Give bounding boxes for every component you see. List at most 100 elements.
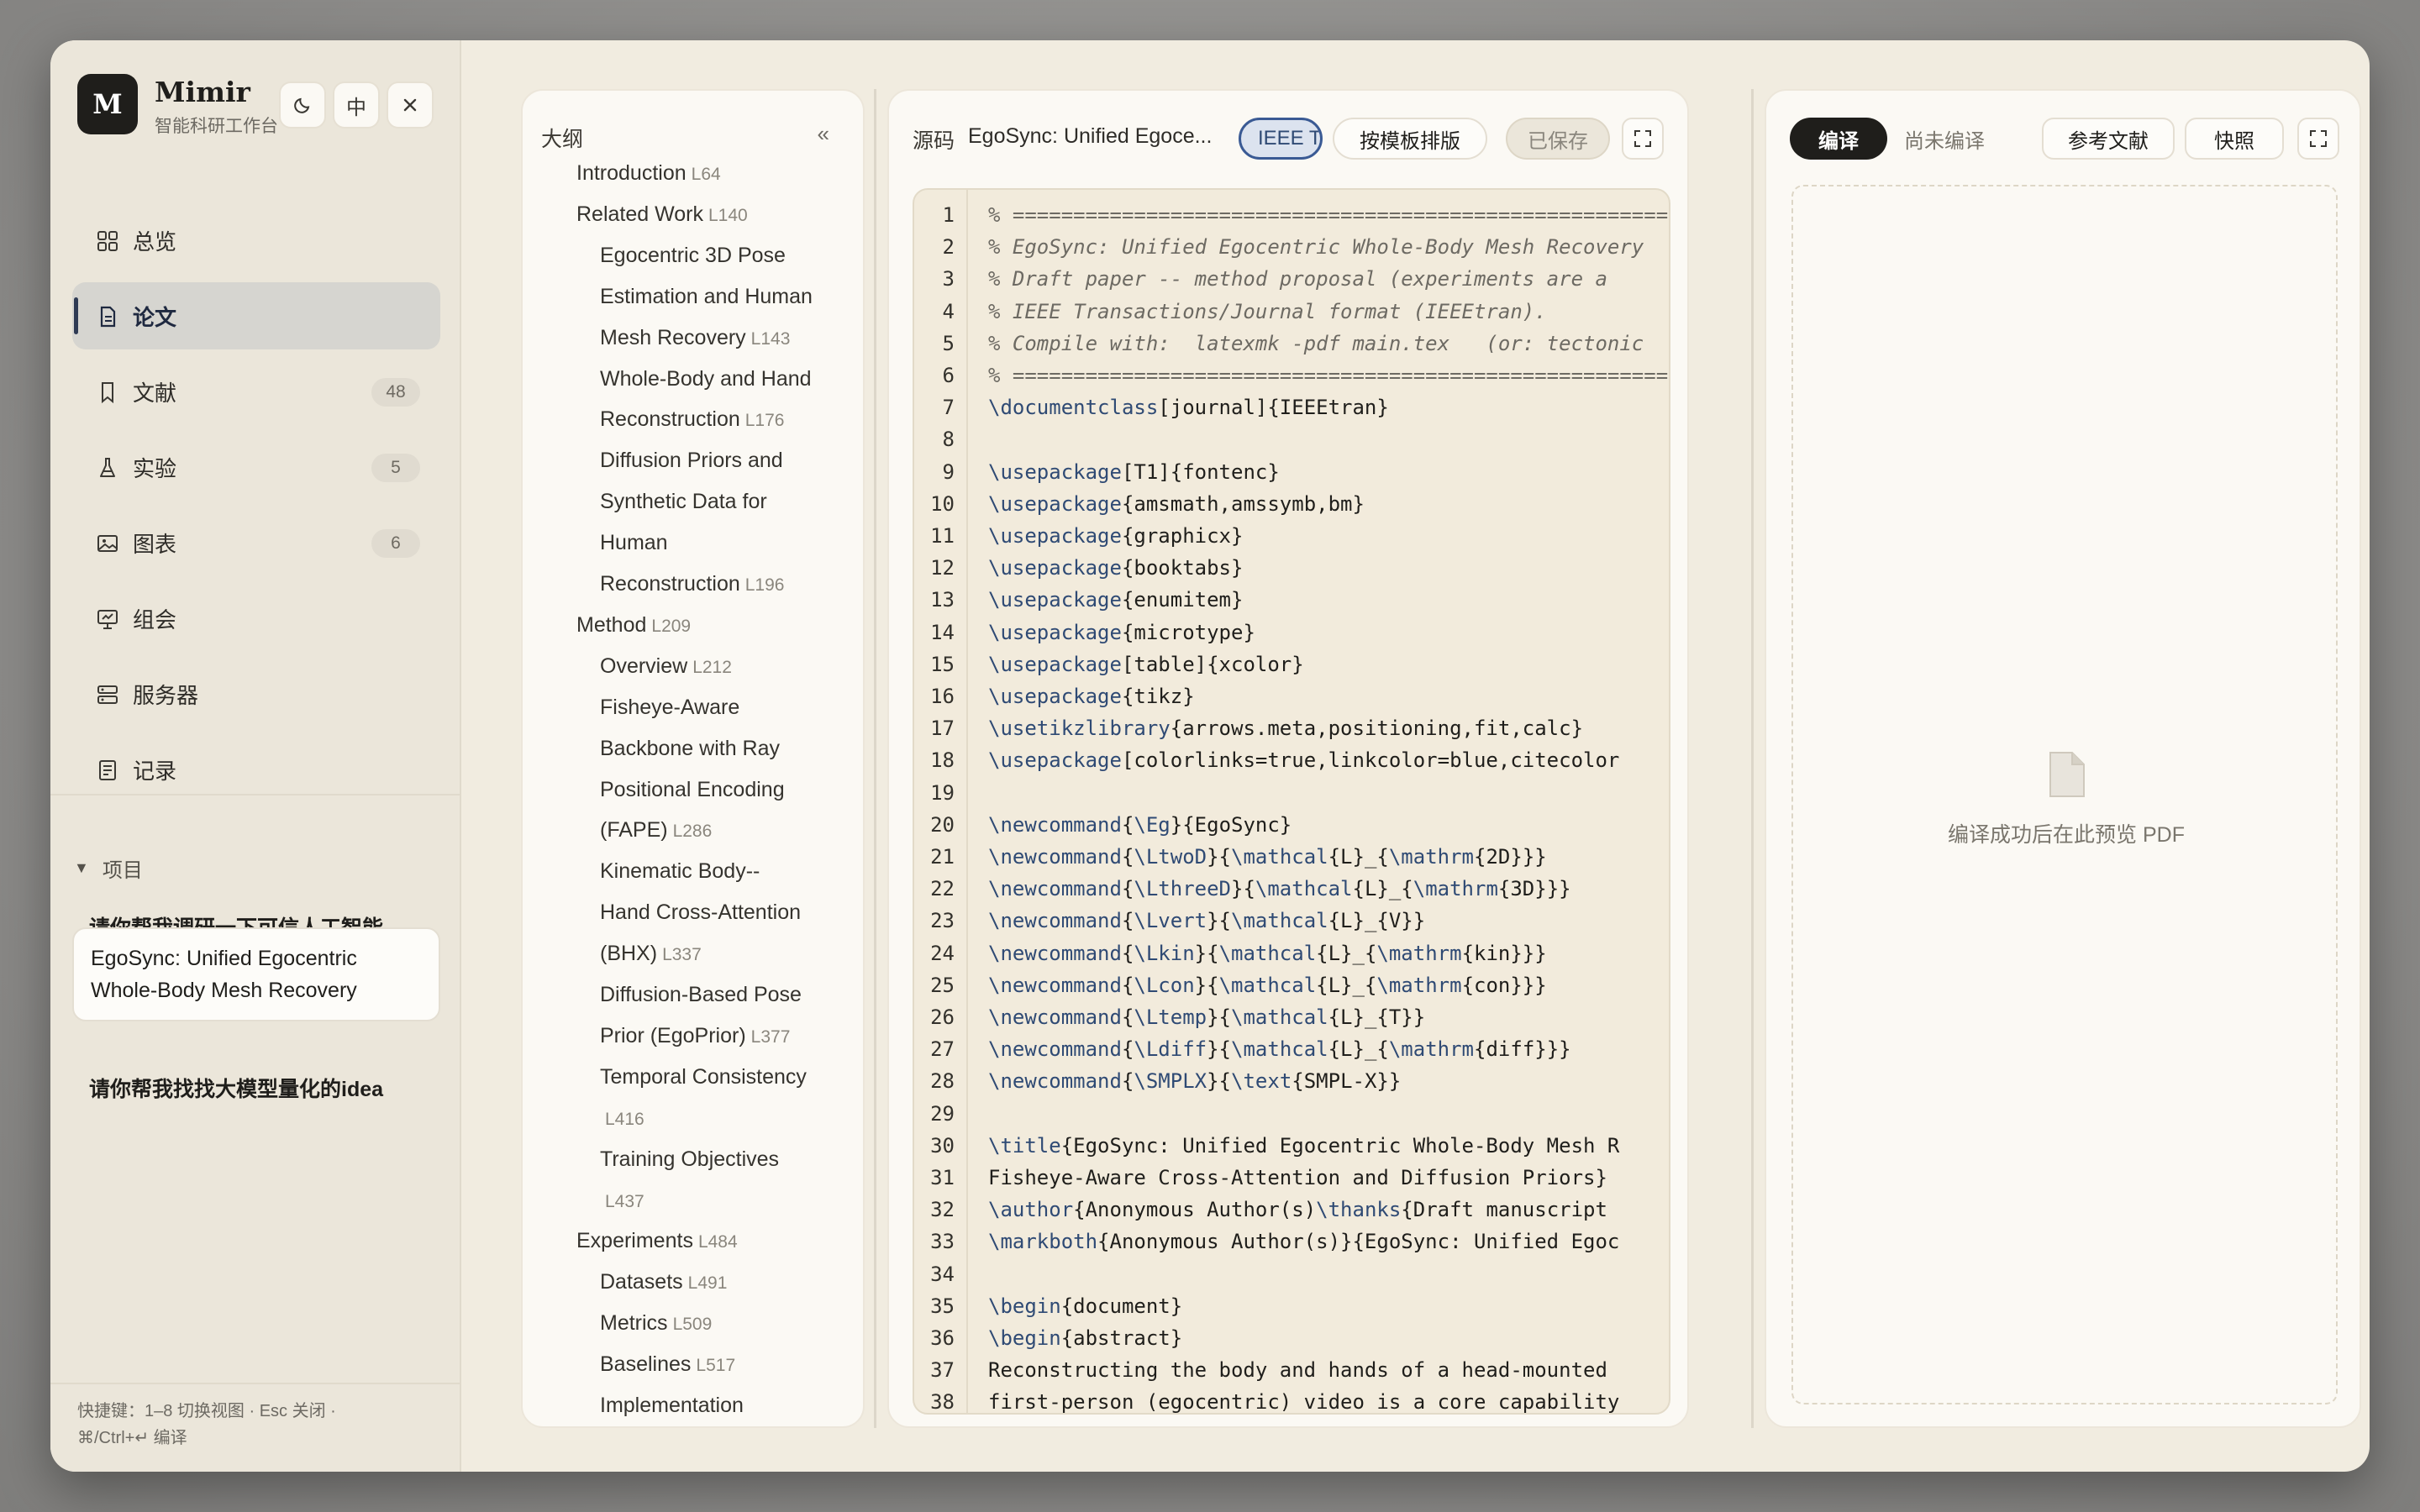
outline-section[interactable]: Introduction L64 [576, 161, 721, 186]
theme-toggle-button[interactable] [279, 81, 326, 129]
code-line: \begin{abstract} [988, 1326, 1183, 1350]
outline-subsection[interactable]: Temporal Consistency [600, 1065, 807, 1089]
outline-subsection[interactable]: Mesh Recovery L143 [600, 326, 790, 350]
outline-text: Prior (EgoPrior) [600, 1023, 746, 1047]
collapse-outline-button[interactable]: « [818, 121, 829, 147]
outline-line-ref: L209 [651, 616, 692, 636]
nav-item-literature[interactable]: 文献 48 [72, 358, 440, 425]
nav-item-overview[interactable]: 总览 [72, 207, 440, 274]
code-line: \usepackage{microtype} [988, 620, 1255, 644]
outline-text: Estimation and Human [600, 284, 813, 308]
outline-subsection[interactable]: (FAPE) L286 [600, 818, 712, 843]
outline-subsection[interactable]: Whole-Body and Hand [600, 367, 812, 391]
code-line: \newcommand{\LtwoD}{\mathcal{L}_{\mathrm… [988, 845, 1547, 869]
nav-item-meetings[interactable]: 组会 [72, 585, 440, 652]
chevron-down-icon: ▼ [74, 859, 89, 876]
outline-subsection[interactable]: Metrics L509 [600, 1311, 712, 1336]
format-template-button[interactable]: 按模板排版 [1333, 118, 1487, 160]
outline-subsection[interactable]: Synthetic Data for [600, 490, 767, 514]
expand-icon [2310, 130, 2327, 147]
outline-subsection[interactable]: Baselines L517 [600, 1352, 735, 1377]
outline-subsection[interactable]: Prior (EgoPrior) L377 [600, 1024, 790, 1048]
outline-section[interactable]: Experiments L484 [576, 1229, 738, 1253]
line-number: 9 [942, 459, 955, 484]
outline-subsection[interactable]: Positional Encoding [600, 778, 785, 802]
outline-subsection[interactable]: Fisheye-Aware [600, 696, 739, 720]
expand-icon [1634, 130, 1651, 147]
outline-line-ref: L176 [744, 411, 785, 431]
outline-subsection[interactable]: (BHX) L337 [600, 942, 702, 966]
source-file-title: EgoSync: Unified Egoce... [968, 124, 1213, 148]
outline-subsection[interactable]: L437 [600, 1189, 644, 1213]
code-line: \newcommand{\Lvert}{\mathcal{L}_{V}} [988, 909, 1426, 933]
outline-line-ref: L491 [687, 1273, 728, 1294]
outline-subsection[interactable]: Backbone with Ray [600, 737, 780, 761]
expand-source-button[interactable] [1622, 118, 1664, 160]
outline-text: Temporal Consistency [600, 1064, 807, 1089]
projects-toggle[interactable]: ▼ 项目 [74, 853, 143, 883]
line-number: 31 [930, 1166, 955, 1189]
nav-item-servers[interactable]: 服务器 [72, 660, 440, 727]
outline-subsection[interactable]: Implementation [600, 1394, 744, 1418]
outline-subsection[interactable]: Kinematic Body-- [600, 859, 760, 884]
outline-subsection[interactable]: Datasets L491 [600, 1270, 727, 1294]
outline-text: Positional Encoding [600, 777, 785, 801]
outline-subsection[interactable]: Human [600, 531, 668, 555]
nav-item-experiments[interactable]: 实验 5 [72, 433, 440, 501]
outline-subsection[interactable]: Diffusion Priors and [600, 449, 783, 473]
outline-subsection[interactable]: Training Objectives [600, 1147, 779, 1172]
outline-subsection[interactable]: Estimation and Human [600, 285, 813, 309]
outline-subsection[interactable]: Overview L212 [600, 654, 732, 679]
outline-subsection[interactable]: Egocentric 3D Pose [600, 244, 786, 268]
code-line: \usepackage{graphicx} [988, 524, 1244, 548]
panel-divider[interactable] [1751, 89, 1754, 1428]
code-editor[interactable]: 1 2 3 4 5 6 7 8 9 10 11 12 13 14 15 16 17 18 19 20 21 22 23 24 2… [913, 188, 1670, 1415]
line-number: 8 [942, 428, 955, 452]
outline-subsection[interactable]: Hand Cross-Attention [600, 900, 801, 925]
nav-label: 组会 [133, 606, 177, 633]
outline-subsection[interactable]: Diffusion-Based Pose [600, 983, 802, 1007]
outline-text: Backbone with Ray [600, 736, 781, 760]
line-number: 11 [930, 524, 955, 548]
project-item[interactable]: 请你帮我找找大模型量化的idea [72, 1060, 440, 1119]
code-line: \markboth{Anonymous Author(s)}{EgoSync: … [988, 1230, 1620, 1254]
line-number: 34 [930, 1262, 955, 1286]
expand-preview-button[interactable] [2297, 118, 2339, 160]
references-button[interactable]: 参考文献 [2042, 118, 2175, 160]
file-icon [2049, 752, 2085, 797]
nav-item-notes[interactable]: 记录 [72, 736, 440, 803]
nav-item-figures[interactable]: 图表 6 [72, 509, 440, 576]
outline-subsection[interactable]: L416 [600, 1106, 644, 1131]
code-line: \usepackage{amsmath,amssymb,bm} [988, 491, 1365, 516]
outline-text: (FAPE) [600, 818, 668, 843]
outline-section[interactable]: Method L209 [576, 613, 691, 638]
outline-line-ref: L509 [672, 1315, 713, 1335]
code-line: % ======================================… [988, 364, 1669, 387]
line-number-gutter: 1 2 3 4 5 6 7 8 9 10 11 12 13 14 15 16 17 18 19 20 21 22 23 24 2… [914, 190, 968, 1413]
source-panel: 源码 EgoSync: Unified Egoce... IEEE Tr 按模板… [887, 89, 1689, 1428]
nav-item-papers[interactable]: 论文 [72, 282, 440, 349]
app-name: Mimir [155, 76, 250, 108]
code-line: \title{EgoSync: Unified Egocentric Whole… [988, 1133, 1620, 1158]
outline-subsection[interactable]: Reconstruction L176 [600, 407, 784, 432]
outline-text: Datasets [600, 1270, 683, 1294]
compile-button[interactable]: 编译 [1790, 118, 1887, 160]
language-toggle-button[interactable]: 中 [333, 81, 380, 129]
panel-divider[interactable] [874, 89, 876, 1428]
sidebar-divider [50, 1383, 461, 1384]
line-number: 6 [942, 364, 955, 387]
template-select[interactable]: IEEE Tr [1239, 118, 1323, 160]
outline-subsection[interactable]: Reconstruction L196 [600, 572, 784, 596]
code-line: \newcommand{\Ldiff}{\mathcal{L}_{\mathrm… [988, 1037, 1571, 1062]
outline-section[interactable]: Related Work L140 [576, 202, 748, 227]
project-item-active[interactable]: EgoSync: Unified Egocentric Whole-Body M… [72, 927, 440, 1021]
snapshot-button[interactable]: 快照 [2185, 118, 2284, 160]
code-line: \usepackage[table]{xcolor} [988, 652, 1304, 676]
close-button[interactable] [387, 81, 434, 129]
line-number: 18 [930, 748, 955, 773]
line-number: 4 [942, 299, 955, 323]
outline-text: Experiments [576, 1229, 693, 1253]
line-number: 24 [930, 941, 955, 965]
saved-status-badge: 已保存 [1506, 118, 1610, 160]
line-number: 30 [930, 1133, 955, 1158]
